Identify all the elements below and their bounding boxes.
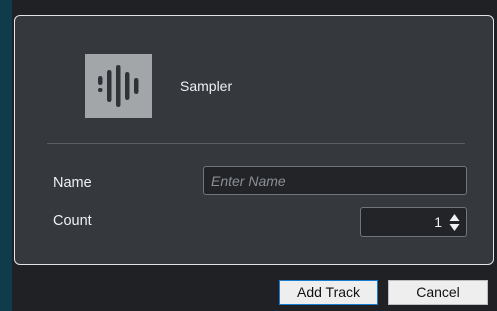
background-strip bbox=[0, 0, 12, 311]
add-track-button[interactable]: Add Track bbox=[279, 280, 378, 305]
cancel-button[interactable]: Cancel bbox=[388, 280, 488, 305]
count-value[interactable]: 1 bbox=[434, 214, 442, 230]
count-label: Count bbox=[53, 213, 92, 229]
section-divider bbox=[47, 143, 465, 144]
sampler-waveform-icon[interactable] bbox=[85, 54, 152, 118]
name-label: Name bbox=[53, 175, 92, 191]
count-spinner bbox=[449, 213, 460, 232]
count-stepper[interactable]: 1 bbox=[360, 207, 467, 237]
track-settings-panel: Sampler Name Count 1 bbox=[14, 15, 494, 265]
name-input[interactable] bbox=[203, 166, 467, 195]
increment-arrow-icon[interactable] bbox=[449, 213, 460, 222]
instrument-name: Sampler bbox=[180, 78, 233, 94]
decrement-arrow-icon[interactable] bbox=[449, 223, 460, 232]
add-instrument-track-dialog: Sampler Name Count 1 Add Track Cancel bbox=[0, 0, 497, 311]
